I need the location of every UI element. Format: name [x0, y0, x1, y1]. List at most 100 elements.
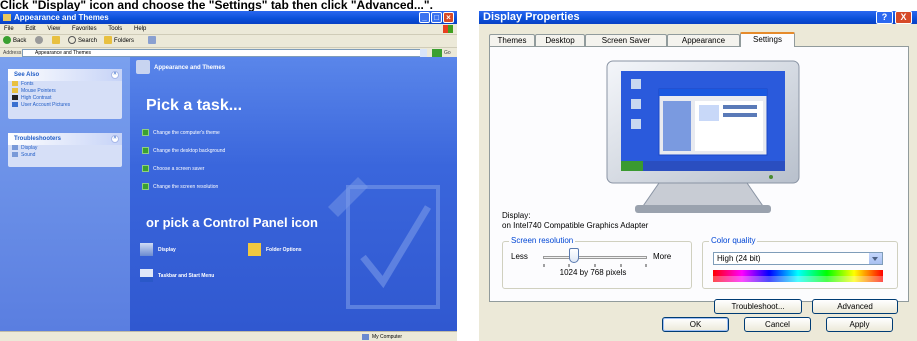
- up-folder-button[interactable]: [52, 35, 62, 47]
- forward-button[interactable]: [35, 35, 45, 47]
- control-panel-titlebar[interactable]: Appearance and Themes _ □ ×: [0, 11, 457, 24]
- user-account-icon: [12, 102, 18, 108]
- advanced-button[interactable]: Advanced: [812, 299, 898, 314]
- task-arrow-icon: [142, 129, 149, 137]
- display-label: Display:: [502, 211, 531, 220]
- task-arrow-icon: [142, 183, 149, 191]
- screen-resolution-group: Screen resolution Less More 1024 by 768 …: [502, 236, 692, 289]
- display-icon: [140, 243, 153, 257]
- task-arrow-icon: [142, 165, 149, 173]
- minimize-button[interactable]: _: [419, 12, 430, 23]
- tab-desktop[interactable]: Desktop: [535, 34, 585, 46]
- display-properties-dialog: Display Properties ? X Themes Desktop Sc…: [479, 11, 917, 341]
- menu-view[interactable]: View: [47, 26, 60, 32]
- color-spectrum-bar: [713, 270, 883, 282]
- menu-favorites[interactable]: Favorites: [72, 26, 97, 32]
- see-also-user-account-pictures[interactable]: User Account Pictures: [8, 102, 122, 109]
- dialog-title: Display Properties: [483, 11, 580, 23]
- status-bar: My Computer: [0, 331, 457, 341]
- window-icon: [3, 14, 11, 21]
- chevron-down-icon[interactable]: [868, 253, 882, 264]
- see-also-high-contrast[interactable]: High Contrast: [8, 95, 122, 102]
- display-icon-link[interactable]: Display: [140, 243, 176, 257]
- folders-button[interactable]: Folders: [104, 35, 134, 47]
- menu-file[interactable]: File: [4, 26, 14, 32]
- help-button[interactable]: ?: [876, 11, 893, 24]
- less-label: Less: [511, 252, 528, 261]
- screen-resolution-label: Screen resolution: [509, 236, 576, 246]
- task-arrow-icon: [142, 147, 149, 155]
- ok-button[interactable]: OK: [662, 317, 729, 332]
- monitor-preview-icon: [606, 60, 800, 213]
- instruction-caption: Click "Display" icon and choose the "Set…: [0, 0, 433, 11]
- category-header: Appearance and Themes: [130, 57, 457, 79]
- dialog-titlebar[interactable]: Display Properties ? X: [479, 11, 917, 24]
- my-computer-icon: [362, 334, 369, 340]
- menu-edit[interactable]: Edit: [25, 26, 35, 32]
- go-button[interactable]: [432, 49, 442, 57]
- troubleshooters-panel: Troubleshooters ^ Display Sound: [8, 133, 122, 167]
- menu-help[interactable]: Help: [134, 26, 146, 32]
- pick-task-heading: Pick a task...: [146, 97, 243, 114]
- fonts-icon: [12, 81, 18, 87]
- troubleshoot-button[interactable]: Troubleshoot...: [714, 299, 802, 314]
- views-button[interactable]: [148, 35, 158, 47]
- dialog-close-button[interactable]: X: [895, 11, 912, 24]
- see-also-fonts[interactable]: Fonts: [8, 81, 122, 88]
- apply-button[interactable]: Apply: [826, 317, 893, 332]
- tab-appearance[interactable]: Appearance: [667, 34, 740, 46]
- close-button[interactable]: ×: [443, 12, 454, 23]
- color-quality-select[interactable]: High (24 bit): [713, 252, 883, 265]
- troubleshooter-display[interactable]: Display: [8, 145, 122, 152]
- color-quality-label: Color quality: [709, 236, 758, 246]
- views-icon: [148, 36, 156, 45]
- task-pane: See Also ^ Fonts Mouse Pointers High Cont…: [0, 57, 130, 331]
- menu-tools[interactable]: Tools: [108, 26, 122, 32]
- search-icon: [68, 36, 76, 45]
- more-label: More: [653, 252, 672, 261]
- task-change-background[interactable]: Change the desktop background: [142, 147, 225, 155]
- forward-arrow-icon: [35, 36, 43, 45]
- tab-settings[interactable]: Settings: [740, 32, 795, 47]
- resolution-slider-track[interactable]: [543, 256, 647, 259]
- high-contrast-icon: [12, 95, 18, 101]
- collapse-chevron-icon[interactable]: ^: [111, 135, 119, 143]
- windows-logo-icon: [443, 25, 453, 33]
- task-screen-saver[interactable]: Choose a screen saver: [142, 165, 204, 173]
- back-button[interactable]: Back: [3, 35, 26, 47]
- menu-bar: File Edit View Favorites Tools Help: [0, 24, 457, 34]
- troubleshooters-header[interactable]: Troubleshooters ^: [8, 133, 122, 145]
- folder-options-icon: [248, 243, 261, 257]
- task-change-theme[interactable]: Change the computer's theme: [142, 129, 220, 137]
- slider-ticks: [543, 264, 647, 267]
- pick-icon-heading: or pick a Control Panel icon: [146, 215, 318, 230]
- resolution-slider-thumb[interactable]: [569, 248, 580, 263]
- address-input[interactable]: Appearance and Themes: [22, 49, 427, 57]
- control-panel-window: Appearance and Themes _ □ × File Edit Vi…: [0, 11, 457, 341]
- collapse-chevron-icon[interactable]: ^: [111, 71, 119, 79]
- cancel-button[interactable]: Cancel: [744, 317, 811, 332]
- taskbar-icon: [140, 269, 153, 283]
- window-title: Appearance and Themes: [14, 13, 109, 22]
- mouse-pointer-icon: [12, 88, 18, 94]
- see-also-header[interactable]: See Also ^: [8, 69, 122, 81]
- address-dropdown-button[interactable]: [420, 49, 427, 57]
- search-button[interactable]: Search: [68, 35, 97, 47]
- tab-screen-saver[interactable]: Screen Saver: [585, 34, 667, 46]
- toolbar: Back Search Folders: [0, 34, 457, 47]
- appearance-themes-icon: [136, 60, 150, 74]
- task-screen-resolution[interactable]: Change the screen resolution: [142, 183, 218, 191]
- back-arrow-icon: [3, 36, 11, 45]
- maximize-button[interactable]: □: [431, 12, 442, 23]
- color-quality-group: Color quality High (24 bit): [702, 236, 898, 289]
- up-folder-icon: [52, 36, 60, 45]
- help-icon: [12, 145, 18, 151]
- folder-options-icon-link[interactable]: Folder Options: [248, 243, 302, 257]
- category-watermark-icon: [328, 177, 440, 309]
- see-also-mouse-pointers[interactable]: Mouse Pointers: [8, 88, 122, 95]
- resolution-value: 1024 by 768 pixels: [559, 268, 627, 277]
- taskbar-start-menu-icon-link[interactable]: Taskbar and Start Menu: [140, 269, 214, 283]
- troubleshooter-sound[interactable]: Sound: [8, 152, 122, 159]
- help-icon: [12, 152, 18, 158]
- tab-themes[interactable]: Themes: [489, 34, 535, 46]
